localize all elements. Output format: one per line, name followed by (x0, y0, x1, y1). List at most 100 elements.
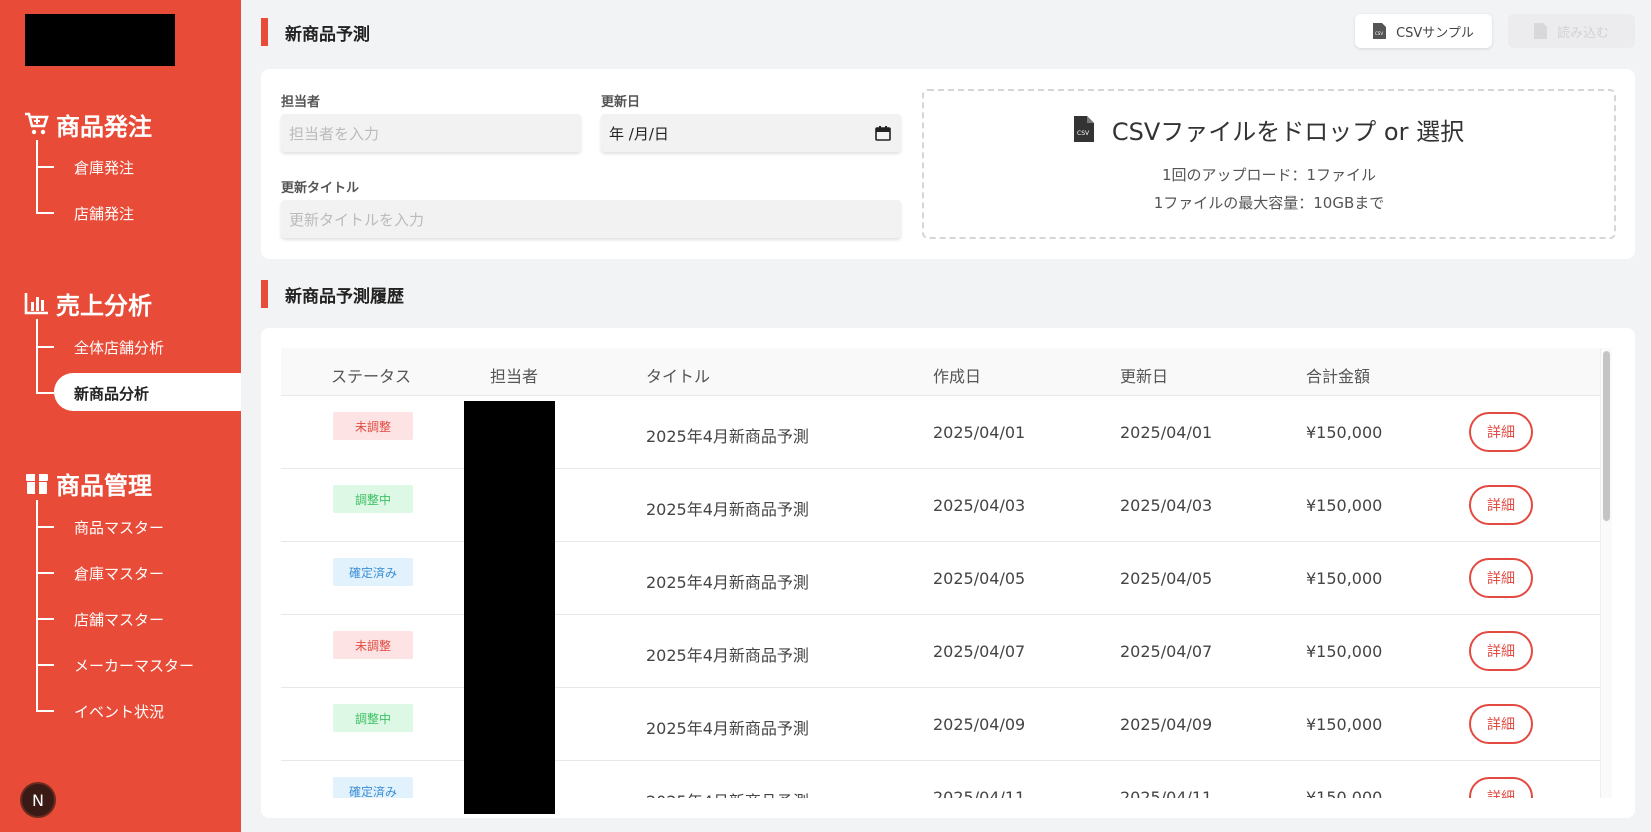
update-title-input[interactable]: 更新タイトルを入力 (281, 200, 901, 238)
row-created-date: 2025/04/01 (933, 423, 1026, 442)
calendar-icon[interactable] (875, 125, 891, 141)
read-button[interactable]: 読み込む (1508, 14, 1635, 48)
row-created-date: 2025/04/03 (933, 496, 1026, 515)
row-created-date: 2025/04/05 (933, 569, 1026, 588)
avatar[interactable]: N (20, 782, 56, 818)
detail-button[interactable]: 詳細 (1469, 777, 1533, 798)
sidebar-item-store-order[interactable]: 店舗発注 (36, 203, 134, 223)
row-title: 2025年4月新商品予測 (646, 573, 809, 592)
sidebar: 商品発注 倉庫発注 店舗発注 売上分析 全体店舗分析 新商品分析 商品管理 商品… (0, 0, 241, 832)
nav-group-title-products: 商品管理 (56, 471, 152, 500)
update-title-label: 更新タイトル (281, 181, 360, 196)
detail-button[interactable]: 詳細 (1469, 485, 1533, 525)
csv-sample-label: CSVサンプル (1396, 25, 1474, 41)
sidebar-item-label: 店舗発注 (74, 204, 135, 223)
row-total-amount: ¥150,000 (1306, 569, 1383, 588)
assignee-label: 担当者 (281, 95, 321, 110)
sidebar-item-warehouse-order[interactable]: 倉庫発注 (36, 157, 134, 177)
sidebar-item-event-status[interactable]: イベント状況 (36, 701, 164, 721)
row-total-amount: ¥150,000 (1306, 496, 1383, 515)
row-title: 2025年4月新商品予測 (646, 646, 809, 665)
column-header-created: 作成日 (933, 367, 982, 386)
table-header: ステータス 担当者 タイトル 作成日 更新日 合計金額 (281, 348, 1611, 396)
column-header-amount: 合計金額 (1306, 367, 1371, 386)
status-badge: 未調整 (333, 412, 413, 440)
status-badge: 未調整 (333, 631, 413, 659)
row-total-amount: ¥150,000 (1306, 423, 1383, 442)
status-badge: 調整中 (333, 704, 413, 732)
sidebar-item-label: 倉庫マスター (74, 564, 165, 583)
title-accent-bar (261, 18, 268, 46)
nav-group-title-ordering: 商品発注 (56, 112, 152, 141)
row-created-date: 2025/04/07 (933, 642, 1026, 661)
update-title-placeholder: 更新タイトルを入力 (289, 210, 425, 229)
sidebar-item-store-master[interactable]: 店舗マスター (36, 609, 164, 629)
status-badge: 調整中 (333, 485, 413, 513)
svg-text:CSV: CSV (1077, 130, 1090, 137)
row-title: 2025年4月新商品予測 (646, 500, 809, 519)
detail-button[interactable]: 詳細 (1469, 558, 1533, 598)
assignee-placeholder: 担当者を入力 (289, 124, 380, 143)
sidebar-item-all-store-analysis[interactable]: 全体店舗分析 (36, 337, 164, 357)
sidebar-item-new-product-analysis[interactable]: 新商品分析 (36, 383, 149, 403)
column-header-title: タイトル (646, 367, 711, 386)
row-created-date: 2025/04/09 (933, 715, 1026, 734)
drop-zone-title: CSV CSVファイルをドロップ or 選択 (1073, 112, 1464, 147)
row-updated-date: 2025/04/01 (1120, 423, 1213, 442)
status-badge: 確定済み (333, 777, 413, 798)
svg-text:CSV: CSV (1375, 31, 1383, 36)
sidebar-item-label: 新商品分析 (74, 384, 150, 403)
box-icon (24, 470, 50, 496)
file-icon (1533, 23, 1547, 39)
row-total-amount: ¥150,000 (1306, 788, 1383, 798)
sidebar-item-label: 店舗マスター (74, 610, 165, 629)
redacted-assignee-column (464, 401, 555, 814)
row-title: 2025年4月新商品予測 (646, 427, 809, 446)
column-header-updated: 更新日 (1120, 367, 1169, 386)
csv-drop-zone[interactable]: CSV CSVファイルをドロップ or 選択 1回のアップロード：1ファイル 1… (922, 89, 1616, 239)
history-title: 新商品予測履歴 (261, 279, 404, 309)
status-badge: 確定済み (333, 558, 413, 586)
nav-group-ordering[interactable]: 商品発注 (24, 108, 152, 141)
row-updated-date: 2025/04/07 (1120, 642, 1213, 661)
detail-button[interactable]: 詳細 (1469, 412, 1533, 452)
nav-group-sales-analysis[interactable]: 売上分析 (24, 287, 152, 320)
cart-icon (24, 111, 50, 137)
sidebar-item-warehouse-master[interactable]: 倉庫マスター (36, 563, 164, 583)
row-created-date: 2025/04/11 (933, 788, 1026, 798)
update-date-value: 年 /月/日 (609, 124, 669, 143)
assignee-input[interactable]: 担当者を入力 (281, 114, 581, 152)
row-title: 2025年4月新商品予測 (646, 788, 809, 798)
page-title-text: 新商品予測 (285, 24, 370, 45)
nav-group-product-management[interactable]: 商品管理 (24, 467, 152, 500)
bar-chart-icon (24, 290, 50, 316)
column-header-assignee: 担当者 (490, 367, 539, 386)
update-date-input[interactable]: 年 /月/日 (601, 114, 901, 152)
detail-button[interactable]: 詳細 (1469, 631, 1533, 671)
drop-zone-limit-size: 1ファイルの最大容量：10GBまで (1153, 193, 1385, 212)
csv-sample-button[interactable]: CSV CSVサンプル (1355, 14, 1492, 48)
sidebar-item-product-master[interactable]: 商品マスター (36, 517, 164, 537)
title-accent-bar (261, 280, 268, 308)
row-updated-date: 2025/04/09 (1120, 715, 1213, 734)
row-updated-date: 2025/04/05 (1120, 569, 1213, 588)
table-scrollbar-thumb[interactable] (1603, 351, 1610, 521)
logo[interactable] (25, 14, 175, 66)
drop-zone-limit-count: 1回のアップロード：1ファイル (1161, 165, 1377, 184)
page-title: 新商品予測 (261, 17, 370, 47)
read-label: 読み込む (1556, 25, 1609, 41)
sidebar-item-label: イベント状況 (74, 702, 165, 721)
sidebar-item-label: メーカーマスター (74, 656, 195, 675)
sidebar-item-label: 全体店舗分析 (74, 338, 165, 357)
nav-group-title-sales: 売上分析 (56, 291, 152, 320)
column-header-status: ステータス (331, 367, 412, 386)
row-total-amount: ¥150,000 (1306, 715, 1383, 734)
detail-button[interactable]: 詳細 (1469, 704, 1533, 744)
row-total-amount: ¥150,000 (1306, 642, 1383, 661)
csv-file-icon: CSV (1073, 116, 1094, 142)
history-title-text: 新商品予測履歴 (285, 286, 404, 307)
csv-file-icon: CSV (1373, 23, 1387, 39)
sidebar-item-label: 倉庫発注 (74, 158, 135, 177)
avatar-letter: N (32, 790, 44, 810)
sidebar-item-maker-master[interactable]: メーカーマスター (36, 655, 194, 675)
